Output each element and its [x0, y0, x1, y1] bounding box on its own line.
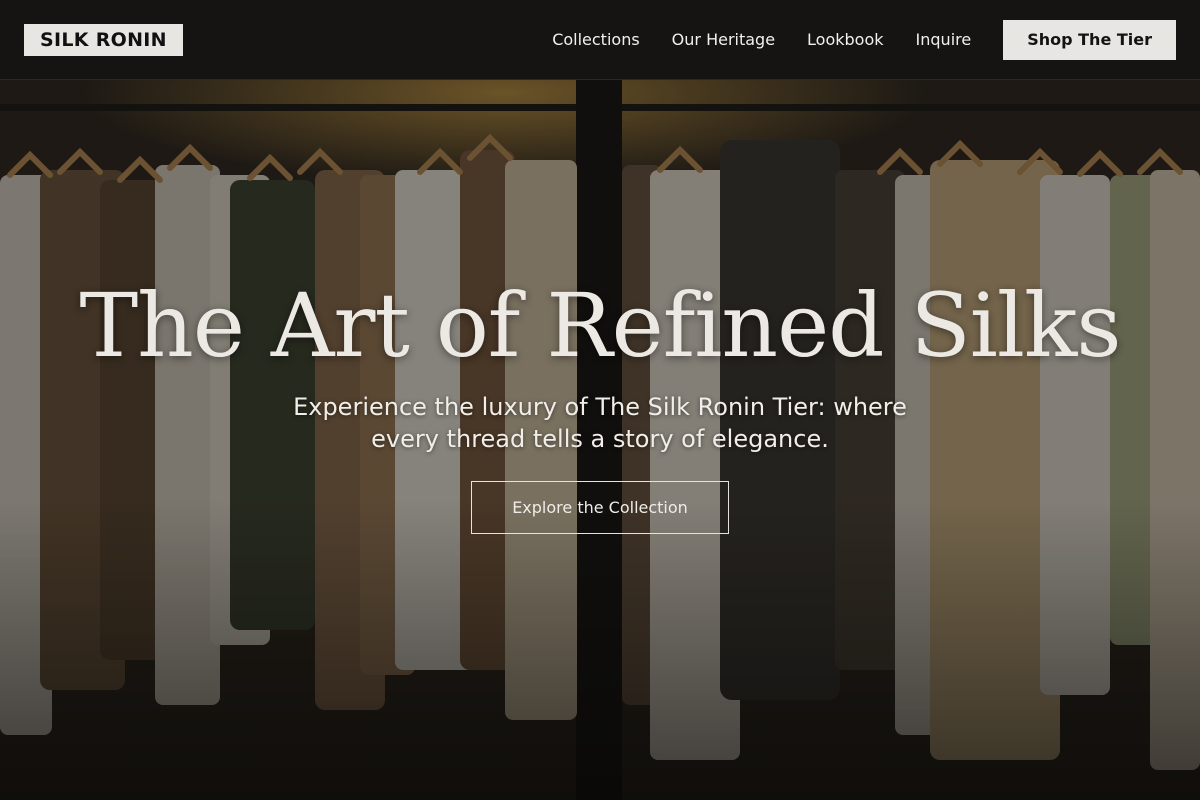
hero-title: The Art of Refined Silks	[79, 274, 1121, 377]
hero-subtitle: Experience the luxury of The Silk Ronin …	[293, 393, 907, 453]
brand-logo[interactable]: SILK RONIN	[24, 23, 183, 56]
explore-collection-button[interactable]: Explore the Collection	[471, 481, 729, 534]
hero-section: The Art of Refined Silks Experience the …	[0, 80, 1200, 800]
main-nav: Collections Our Heritage Lookbook Inquir…	[552, 19, 1176, 60]
hero-content: The Art of Refined Silks Experience the …	[0, 80, 1200, 800]
nav-link-our-heritage[interactable]: Our Heritage	[672, 30, 775, 49]
nav-link-inquire[interactable]: Inquire	[916, 30, 972, 49]
nav-link-collections[interactable]: Collections	[552, 30, 639, 49]
shop-the-tier-button[interactable]: Shop The Tier	[1003, 19, 1176, 60]
top-navbar: SILK RONIN Collections Our Heritage Look…	[0, 0, 1200, 80]
nav-link-lookbook[interactable]: Lookbook	[807, 30, 883, 49]
